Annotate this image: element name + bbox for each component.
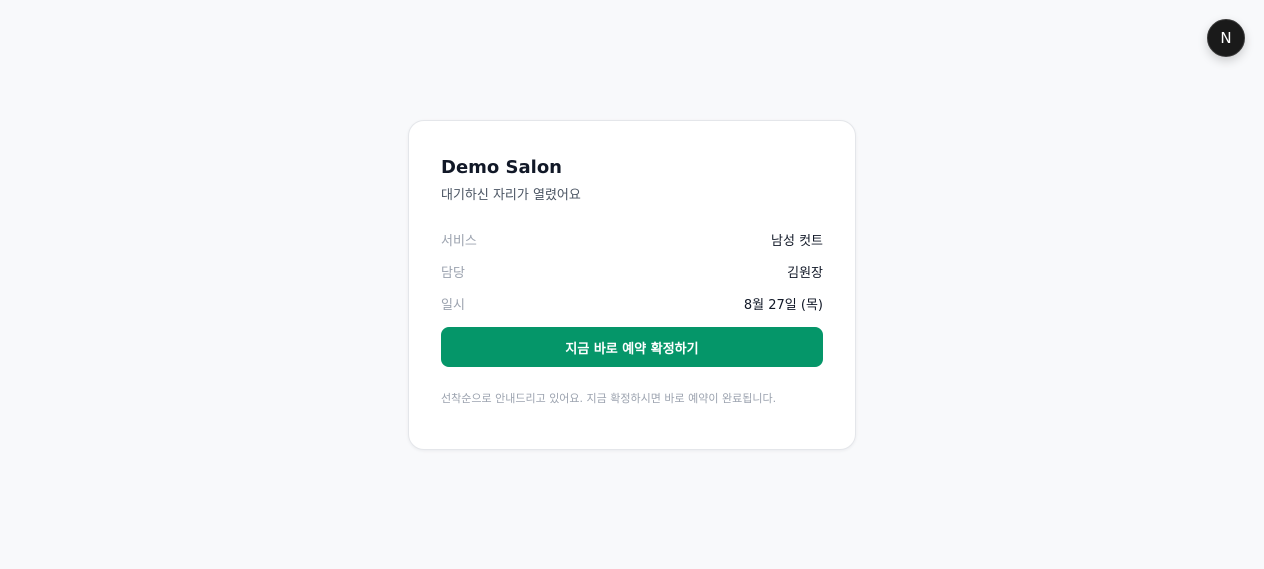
detail-label-service: 서비스: [441, 233, 477, 249]
detail-value-service: 남성 컷트: [771, 233, 823, 249]
first-come-notice: 선착순으로 안내드리고 있어요. 지금 확정하시면 바로 예약이 완료됩니다.: [441, 392, 777, 405]
offer-subtitle: 대기하신 자리가 열렸어요: [441, 188, 581, 203]
confirm-booking-button[interactable]: 지금 바로 예약 확정하기: [441, 327, 823, 367]
nextjs-logo-icon: N: [1220, 29, 1232, 47]
booking-details: 서비스 남성 컷트 담당 김원장 일시 8월 27일 (목): [441, 223, 823, 319]
detail-row-staff: 담당 김원장: [441, 255, 823, 287]
detail-label-staff: 담당: [441, 265, 465, 281]
detail-value-staff: 김원장: [787, 265, 823, 281]
nextjs-dev-indicator-button[interactable]: N: [1207, 19, 1245, 57]
salon-name: Demo Salon: [441, 157, 562, 178]
detail-row-datetime: 일시 8월 27일 (목): [441, 287, 823, 319]
detail-value-datetime: 8월 27일 (목): [743, 297, 823, 313]
detail-row-service: 서비스 남성 컷트: [441, 223, 823, 255]
waitlist-offer-card: Demo Salon 대기하신 자리가 열렸어요 서비스 남성 컷트 담당 김원…: [408, 120, 856, 450]
detail-label-datetime: 일시: [441, 297, 465, 313]
